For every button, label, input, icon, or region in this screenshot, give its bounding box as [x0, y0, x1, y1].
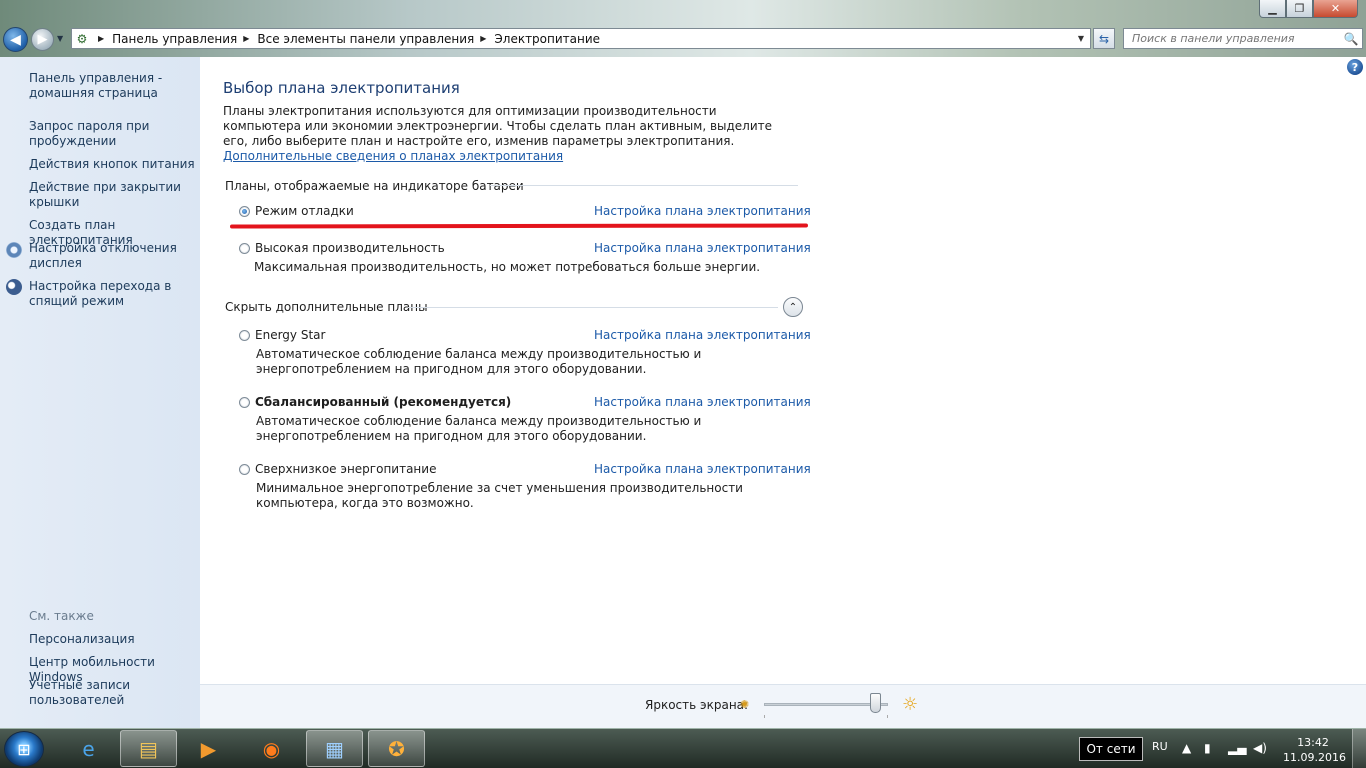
title-bar: ▁ ❐ ✕ ◀ ▶ ▼ ⚙ ▶ Панель управления ▶ Все …: [0, 0, 1366, 57]
plan-settings-link-energy-star[interactable]: Настройка плана электропитания: [594, 328, 811, 342]
plan-desc-power-saver: Минимальное энергопотребление за счет ум…: [256, 481, 743, 510]
brightness-label: Яркость экрана:: [645, 698, 749, 712]
battery-plug-icon[interactable]: ▮: [1204, 741, 1211, 755]
plan-settings-link-high-performance[interactable]: Настройка плана электропитания: [594, 241, 811, 255]
monitor-icon: [6, 242, 22, 258]
plan-radio-debug[interactable]: [239, 206, 250, 217]
recent-pages-dropdown[interactable]: ▼: [57, 34, 63, 43]
back-button[interactable]: ◀: [3, 27, 28, 52]
plan-radio-high-performance[interactable]: [239, 243, 250, 254]
back-arrow-icon: ◀: [10, 31, 21, 48]
taskbar: ⊞ e ▤ ▶ ◉ ▦ ✪ От сети RU ▲ ▮ ▂▄ ◀) 13:42…: [0, 728, 1366, 768]
intro-text: Планы электропитания используются для оп…: [223, 104, 783, 164]
address-dropdown-icon[interactable]: ▼: [1072, 29, 1090, 48]
breadcrumb-separator-icon[interactable]: ▶: [480, 34, 486, 43]
taskbar-media-player[interactable]: ▶: [180, 730, 237, 767]
brightness-low-icon: ✺: [740, 698, 750, 711]
windows-logo-icon: ⊞: [17, 739, 31, 759]
power-tooltip: От сети: [1079, 737, 1143, 761]
plan-name-debug[interactable]: Режим отладки: [255, 204, 354, 218]
group-divider: [490, 185, 798, 186]
see-also-personalization[interactable]: Персонализация: [29, 632, 199, 647]
page-title: Выбор плана электропитания: [223, 79, 460, 97]
start-button[interactable]: ⊞: [4, 731, 44, 767]
see-also-heading: См. также: [29, 609, 94, 623]
plan-settings-link-power-saver[interactable]: Настройка плана электропитания: [594, 462, 811, 476]
plan-settings-link-debug[interactable]: Настройка плана электропитания: [594, 204, 811, 218]
plan-name-energy-star[interactable]: Energy Star: [255, 328, 325, 342]
sidebar-item-lid-action[interactable]: Действие при закрытии крышки: [29, 180, 199, 210]
window-controls: ▁ ❐ ✕: [1259, 0, 1358, 19]
breadcrumb-separator-icon[interactable]: ▶: [98, 34, 104, 43]
see-also-user-accounts[interactable]: Учетные записи пользователей: [29, 678, 199, 708]
hidden-plans-heading: Скрыть дополнительные планы: [225, 300, 428, 314]
show-desktop-button[interactable]: [1352, 729, 1366, 768]
explorer-folder-icon: ▤: [139, 736, 158, 761]
plan-desc-high-performance: Максимальная производительность, но може…: [254, 260, 761, 274]
battery-plans-heading: Планы, отображаемые на индикаторе батаре…: [225, 179, 524, 193]
plan-name-high-performance[interactable]: Высокая производительность: [255, 241, 445, 255]
sidebar-item-home[interactable]: Панель управления - домашняя страница: [29, 71, 199, 101]
breadcrumb-control-panel[interactable]: Панель управления: [112, 32, 237, 46]
firefox-icon: ◉: [262, 736, 281, 761]
plan-desc-energy-star: Автоматическое соблюдение баланса между …: [256, 347, 702, 376]
plan-name-power-saver[interactable]: Сверхнизкое энергопитание: [255, 462, 436, 476]
plan-radio-energy-star[interactable]: [239, 330, 250, 341]
internet-explorer-icon: e: [82, 736, 95, 761]
breadcrumb-separator-icon[interactable]: ▶: [243, 34, 249, 43]
forward-arrow-icon: ▶: [37, 32, 48, 47]
group-divider: [408, 307, 778, 308]
breadcrumb-all-items[interactable]: Все элементы панели управления: [257, 32, 474, 46]
main-content: ? Выбор плана электропитания Планы элект…: [200, 57, 1366, 728]
more-info-link[interactable]: Дополнительные сведения о планах электро…: [223, 149, 563, 163]
taskbar-game[interactable]: ✪: [368, 730, 425, 767]
slider-ticks: [764, 715, 888, 718]
language-indicator[interactable]: RU: [1152, 740, 1168, 753]
plan-desc-balanced: Автоматическое соблюдение баланса между …: [256, 414, 702, 443]
search-box[interactable]: 🔍: [1123, 28, 1363, 49]
help-icon[interactable]: ?: [1347, 59, 1363, 75]
breadcrumb-power-options[interactable]: Электропитание: [494, 32, 600, 46]
game-icon: ✪: [388, 736, 405, 761]
taskbar-control-panel[interactable]: ▦: [306, 730, 363, 767]
maximize-button[interactable]: ❐: [1286, 0, 1313, 18]
sidebar: Панель управления - домашняя страница За…: [0, 57, 200, 728]
media-player-icon: ▶: [200, 736, 217, 761]
brightness-high-icon: ☼: [902, 694, 919, 715]
clock-date: 11.09.2016: [1283, 751, 1346, 764]
plan-settings-link-balanced[interactable]: Настройка плана электропитания: [594, 395, 811, 409]
close-button[interactable]: ✕: [1313, 0, 1358, 18]
network-signal-icon[interactable]: ▂▄: [1228, 741, 1246, 755]
volume-icon[interactable]: ◀): [1253, 741, 1267, 755]
plan-radio-balanced[interactable]: [239, 397, 250, 408]
clock-time: 13:42: [1297, 736, 1329, 749]
minimize-button[interactable]: ▁: [1259, 0, 1286, 18]
intro-paragraph: Планы электропитания используются для оп…: [223, 104, 773, 148]
refresh-icon: ⇆: [1098, 31, 1110, 46]
collapse-hidden-plans-button[interactable]: ⌃: [783, 297, 803, 317]
brightness-slider-thumb[interactable]: [869, 693, 881, 713]
forward-button[interactable]: ▶: [31, 28, 54, 51]
show-hidden-icons-icon[interactable]: ▲: [1182, 741, 1191, 755]
brightness-bar: Яркость экрана: ✺ ☼: [200, 684, 1366, 728]
sidebar-item-wakeup-password[interactable]: Запрос пароля при пробуждении: [29, 119, 199, 149]
taskbar-firefox[interactable]: ◉: [243, 730, 300, 767]
red-underline-annotation: [229, 223, 809, 229]
taskbar-internet-explorer[interactable]: e: [60, 730, 117, 767]
clock[interactable]: 13:42 11.09.2016: [1283, 735, 1346, 765]
sidebar-item-display-off[interactable]: Настройка отключения дисплея: [29, 241, 199, 271]
moon-icon: [6, 279, 22, 295]
search-input[interactable]: [1124, 32, 1340, 45]
control-panel-icon: ▦: [325, 736, 344, 761]
chevron-up-icon: ⌃: [788, 301, 798, 313]
plan-name-balanced[interactable]: Сбалансированный (рекомендуется): [255, 395, 511, 409]
sidebar-item-sleep[interactable]: Настройка перехода в спящий режим: [29, 279, 199, 309]
plan-radio-power-saver[interactable]: [239, 464, 250, 475]
search-icon[interactable]: 🔍: [1340, 32, 1362, 46]
address-bar[interactable]: ⚙ ▶ Панель управления ▶ Все элементы пан…: [71, 28, 1091, 49]
refresh-button[interactable]: ⇆: [1093, 28, 1115, 49]
sidebar-item-power-buttons[interactable]: Действия кнопок питания: [29, 157, 199, 172]
control-panel-icon: ⚙: [76, 31, 88, 46]
taskbar-explorer[interactable]: ▤: [120, 730, 177, 767]
